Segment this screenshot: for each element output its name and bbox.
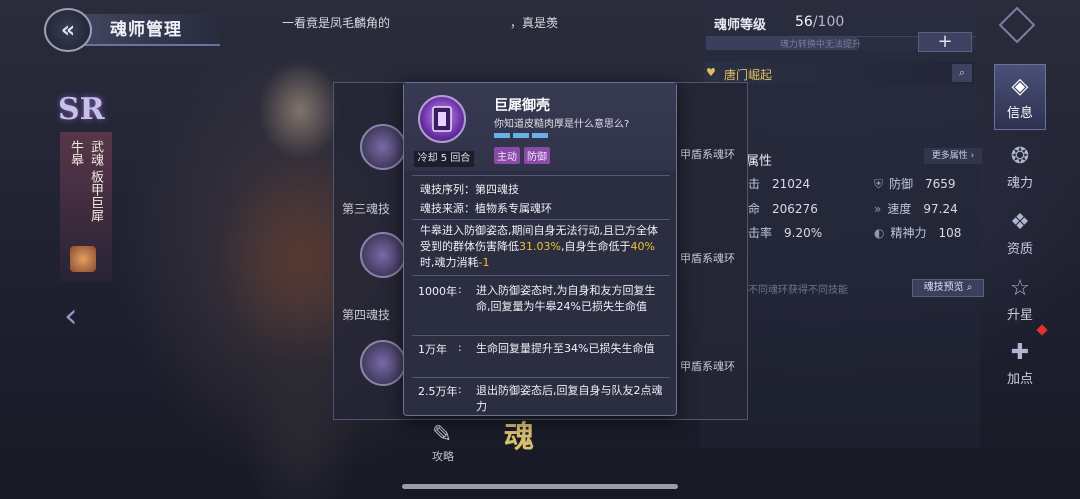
- skill-label-third: 第三魂技: [342, 202, 391, 216]
- skill-pip: [494, 133, 510, 138]
- stat-defense: ⛨ 防御 7659: [874, 177, 956, 191]
- prev-hero-chevron-icon[interactable]: ‹: [64, 296, 78, 336]
- skill-pip: [532, 133, 548, 138]
- divider: [412, 377, 670, 378]
- divider: [412, 275, 670, 276]
- tier-colon: :: [458, 383, 462, 396]
- skill-sequence: 魂技序列：第四魂技: [420, 183, 519, 196]
- skill-icon-fifth[interactable]: [360, 340, 406, 386]
- skill-label-fourth: 第四魂技: [342, 308, 391, 322]
- stat-spirit: ◐ 精神力 108: [874, 226, 962, 240]
- faction-title: 唐门崛起: [724, 68, 773, 82]
- more-attributes-button[interactable]: 更多属性 ›: [924, 148, 982, 164]
- skill-description: 牛皋进入防御姿态,期间自身无法行动,且已方全体受到的群体伤害降低31.03%,自…: [420, 224, 658, 269]
- soul-power-icon: ❂: [1010, 143, 1030, 169]
- level-label: 魂师等级: [714, 18, 767, 33]
- skill-icon-fourth[interactable]: [360, 232, 406, 278]
- skill-icon-third[interactable]: [360, 124, 406, 170]
- aptitude-icon: ❖: [1010, 209, 1030, 235]
- tag-active: 主动: [494, 147, 520, 164]
- search-icon[interactable]: ⌕: [952, 64, 972, 82]
- home-indicator[interactable]: [402, 484, 678, 489]
- star-up-icon: ☆: [1010, 275, 1030, 301]
- stat-speed: » 速度 97.24: [874, 202, 958, 216]
- nav-star-up[interactable]: ☆ 升星: [994, 266, 1046, 332]
- skill-cooldown: 冷却 5 回合: [414, 151, 474, 167]
- divider: [412, 335, 670, 336]
- divider: [412, 219, 670, 220]
- armor-ring-label: 甲盾系魂环: [680, 360, 735, 373]
- tier-text: 生命回复量提升至34%已损失生命值: [476, 342, 655, 355]
- shield-icon: [432, 106, 452, 132]
- strategy-label[interactable]: 攻略: [432, 448, 454, 464]
- nav-add-point[interactable]: ✚ 加点: [994, 330, 1046, 396]
- skill-preview-button[interactable]: 魂技预览 ⌕: [912, 279, 984, 297]
- skill-name: 巨犀御壳: [494, 98, 550, 114]
- page-title: 魂师管理: [110, 20, 182, 40]
- add-point-icon: ✚: [1010, 339, 1030, 365]
- stat-attack: 击 21024: [748, 177, 811, 191]
- level-value: 56/100: [795, 14, 845, 30]
- nav-soul-power[interactable]: ❂ 魂力: [994, 134, 1046, 200]
- skill-tooltip: 冷却 5 回合 巨犀御壳 你知道皮糙肉厚是什么意思么? 主动 防御 魂技序列：第…: [403, 82, 677, 416]
- info-icon: ◈: [1011, 73, 1029, 99]
- skill-flavor-text: 你知道皮糙肉厚是什么意思么?: [494, 119, 630, 130]
- soul-emblem[interactable]: 魂: [504, 412, 534, 456]
- ring-note: 不同魂环获得不同技能: [748, 285, 848, 296]
- skill-pips: [494, 133, 548, 138]
- tag-defense: 防御: [524, 147, 550, 164]
- dialogue-text: 一看竟是凤毛麟角的 ，真是羡: [282, 16, 559, 30]
- strategy-icon[interactable]: ✎: [432, 420, 452, 448]
- speed-icon: »: [874, 202, 882, 216]
- level-up-button[interactable]: +: [918, 32, 972, 52]
- shield-icon: ⛨: [874, 177, 884, 191]
- tier-year: 1000年: [418, 285, 457, 298]
- divider: [412, 175, 670, 176]
- attributes-header: 属性: [746, 154, 773, 169]
- skill-tags: 主动 防御: [494, 147, 550, 164]
- hero-avatar: [70, 246, 96, 272]
- tier-year: 1万年: [418, 343, 447, 356]
- nav-aptitude[interactable]: ❖ 资质: [994, 200, 1046, 266]
- faction-heart-icon: ♥: [706, 66, 716, 79]
- back-button[interactable]: «: [44, 8, 92, 52]
- tier-colon: :: [458, 341, 462, 354]
- tier-colon: :: [458, 283, 462, 296]
- stat-crit-rate: 击率 9.20%: [748, 226, 823, 240]
- tier-year: 2.5万年: [418, 385, 458, 398]
- header-bar: 魂师管理: [70, 14, 220, 46]
- armor-ring-label: 甲盾系魂环: [680, 252, 735, 265]
- hero-name: 牛皋: [68, 140, 83, 166]
- tier-text: 退出防御姿态后,回复自身与队友2点魂力: [476, 384, 663, 413]
- rarity-badge: SR: [58, 92, 105, 127]
- rhino-shell-skill-icon: [418, 95, 466, 143]
- tier-text: 进入防御姿态时,为自身和友方回复生命,回复量为牛皋24%已损失生命值: [476, 284, 656, 313]
- skill-source: 魂技来源：植物系专属魂环: [420, 202, 552, 215]
- armor-ring-label: 甲盾系魂环: [680, 148, 735, 161]
- stat-hp: 命 206276: [748, 202, 818, 216]
- nav-info[interactable]: ◈ 信息: [994, 64, 1046, 130]
- skill-pip: [513, 133, 529, 138]
- back-arrow-icon: «: [60, 17, 76, 43]
- level-hint: 魂力转换中无法提升: [780, 40, 862, 50]
- hero-martial-soul: 武魂 板甲巨犀: [88, 140, 103, 223]
- spirit-icon: ◐: [874, 226, 885, 240]
